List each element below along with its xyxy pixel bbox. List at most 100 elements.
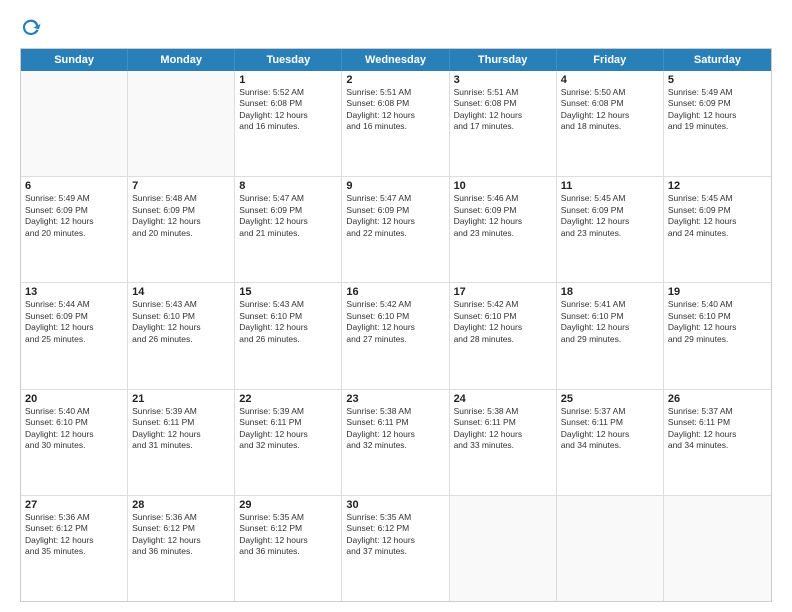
cell-line: Daylight: 12 hours: [668, 429, 767, 440]
header-day-saturday: Saturday: [664, 49, 771, 71]
cell-line: Sunset: 6:10 PM: [239, 311, 337, 322]
cell-line: and 37 minutes.: [346, 546, 444, 557]
cell-line: and 28 minutes.: [454, 334, 552, 345]
cell-line: Sunset: 6:09 PM: [454, 205, 552, 216]
cell-line: Daylight: 12 hours: [561, 110, 659, 121]
cal-cell: 1Sunrise: 5:52 AMSunset: 6:08 PMDaylight…: [235, 71, 342, 176]
week-row-4: 20Sunrise: 5:40 AMSunset: 6:10 PMDayligh…: [21, 390, 771, 496]
header-day-monday: Monday: [128, 49, 235, 71]
cell-line: Daylight: 12 hours: [454, 216, 552, 227]
cal-cell: 26Sunrise: 5:37 AMSunset: 6:11 PMDayligh…: [664, 390, 771, 495]
cell-line: Sunset: 6:12 PM: [239, 523, 337, 534]
cell-line: Daylight: 12 hours: [239, 535, 337, 546]
week-row-2: 6Sunrise: 5:49 AMSunset: 6:09 PMDaylight…: [21, 177, 771, 283]
cell-line: and 32 minutes.: [239, 440, 337, 451]
cell-line: Sunset: 6:09 PM: [668, 205, 767, 216]
cal-cell: 16Sunrise: 5:42 AMSunset: 6:10 PMDayligh…: [342, 283, 449, 388]
cell-line: Daylight: 12 hours: [132, 535, 230, 546]
cal-cell: 27Sunrise: 5:36 AMSunset: 6:12 PMDayligh…: [21, 496, 128, 601]
cell-line: and 21 minutes.: [239, 228, 337, 239]
cal-cell: 11Sunrise: 5:45 AMSunset: 6:09 PMDayligh…: [557, 177, 664, 282]
cell-line: Sunrise: 5:49 AM: [668, 87, 767, 98]
day-number: 24: [454, 393, 552, 405]
cell-line: Daylight: 12 hours: [668, 322, 767, 333]
day-number: 8: [239, 180, 337, 192]
cell-line: Sunrise: 5:42 AM: [454, 299, 552, 310]
cell-line: Sunrise: 5:50 AM: [561, 87, 659, 98]
header-day-friday: Friday: [557, 49, 664, 71]
cell-line: Sunset: 6:09 PM: [132, 205, 230, 216]
cell-line: Sunrise: 5:52 AM: [239, 87, 337, 98]
cell-line: Sunrise: 5:51 AM: [346, 87, 444, 98]
cell-line: Sunset: 6:08 PM: [454, 98, 552, 109]
calendar: SundayMondayTuesdayWednesdayThursdayFrid…: [20, 48, 772, 602]
header-day-thursday: Thursday: [450, 49, 557, 71]
cell-line: Sunrise: 5:35 AM: [346, 512, 444, 523]
logo: [20, 16, 46, 38]
cell-line: Sunset: 6:08 PM: [561, 98, 659, 109]
cell-line: Sunrise: 5:45 AM: [668, 193, 767, 204]
cell-line: Sunset: 6:11 PM: [239, 417, 337, 428]
cell-line: and 27 minutes.: [346, 334, 444, 345]
day-number: 10: [454, 180, 552, 192]
day-number: 2: [346, 74, 444, 86]
cell-line: and 22 minutes.: [346, 228, 444, 239]
day-number: 18: [561, 286, 659, 298]
cell-line: Sunset: 6:11 PM: [668, 417, 767, 428]
calendar-body: 1Sunrise: 5:52 AMSunset: 6:08 PMDaylight…: [21, 71, 771, 601]
cell-line: and 26 minutes.: [132, 334, 230, 345]
cell-line: Sunrise: 5:36 AM: [25, 512, 123, 523]
cell-line: and 35 minutes.: [25, 546, 123, 557]
logo-icon: [20, 16, 42, 38]
cell-line: Sunrise: 5:47 AM: [239, 193, 337, 204]
cell-line: Sunrise: 5:37 AM: [668, 406, 767, 417]
day-number: 30: [346, 499, 444, 511]
page: SundayMondayTuesdayWednesdayThursdayFrid…: [0, 0, 792, 612]
cell-line: Sunrise: 5:38 AM: [454, 406, 552, 417]
calendar-header: SundayMondayTuesdayWednesdayThursdayFrid…: [21, 49, 771, 71]
day-number: 12: [668, 180, 767, 192]
cell-line: Daylight: 12 hours: [346, 322, 444, 333]
cell-line: Daylight: 12 hours: [454, 429, 552, 440]
header-day-tuesday: Tuesday: [235, 49, 342, 71]
day-number: 29: [239, 499, 337, 511]
day-number: 9: [346, 180, 444, 192]
cell-line: Sunrise: 5:40 AM: [25, 406, 123, 417]
cell-line: Sunset: 6:09 PM: [346, 205, 444, 216]
cell-line: Sunrise: 5:35 AM: [239, 512, 337, 523]
cell-line: Sunset: 6:10 PM: [132, 311, 230, 322]
cell-line: Sunset: 6:11 PM: [132, 417, 230, 428]
cell-line: Daylight: 12 hours: [132, 429, 230, 440]
day-number: 23: [346, 393, 444, 405]
cell-line: Daylight: 12 hours: [132, 322, 230, 333]
cell-line: and 29 minutes.: [561, 334, 659, 345]
cal-cell: 6Sunrise: 5:49 AMSunset: 6:09 PMDaylight…: [21, 177, 128, 282]
cell-line: and 31 minutes.: [132, 440, 230, 451]
cell-line: Sunset: 6:10 PM: [668, 311, 767, 322]
cell-line: Sunrise: 5:42 AM: [346, 299, 444, 310]
cell-line: and 20 minutes.: [25, 228, 123, 239]
day-number: 19: [668, 286, 767, 298]
week-row-1: 1Sunrise: 5:52 AMSunset: 6:08 PMDaylight…: [21, 71, 771, 177]
day-number: 3: [454, 74, 552, 86]
cal-cell: 8Sunrise: 5:47 AMSunset: 6:09 PMDaylight…: [235, 177, 342, 282]
day-number: 27: [25, 499, 123, 511]
cal-cell: 10Sunrise: 5:46 AMSunset: 6:09 PMDayligh…: [450, 177, 557, 282]
cell-line: Sunset: 6:12 PM: [25, 523, 123, 534]
cell-line: Sunset: 6:11 PM: [454, 417, 552, 428]
day-number: 14: [132, 286, 230, 298]
cal-cell: 21Sunrise: 5:39 AMSunset: 6:11 PMDayligh…: [128, 390, 235, 495]
day-number: 1: [239, 74, 337, 86]
cell-line: Sunset: 6:09 PM: [239, 205, 337, 216]
week-row-5: 27Sunrise: 5:36 AMSunset: 6:12 PMDayligh…: [21, 496, 771, 601]
cell-line: Daylight: 12 hours: [561, 216, 659, 227]
cell-line: Daylight: 12 hours: [346, 535, 444, 546]
cell-line: Daylight: 12 hours: [239, 429, 337, 440]
cell-line: Sunset: 6:09 PM: [25, 311, 123, 322]
cell-line: Sunset: 6:10 PM: [561, 311, 659, 322]
cell-line: Daylight: 12 hours: [239, 110, 337, 121]
cal-cell: 7Sunrise: 5:48 AMSunset: 6:09 PMDaylight…: [128, 177, 235, 282]
cell-line: Sunset: 6:10 PM: [346, 311, 444, 322]
cell-line: Sunrise: 5:44 AM: [25, 299, 123, 310]
cell-line: and 24 minutes.: [668, 228, 767, 239]
